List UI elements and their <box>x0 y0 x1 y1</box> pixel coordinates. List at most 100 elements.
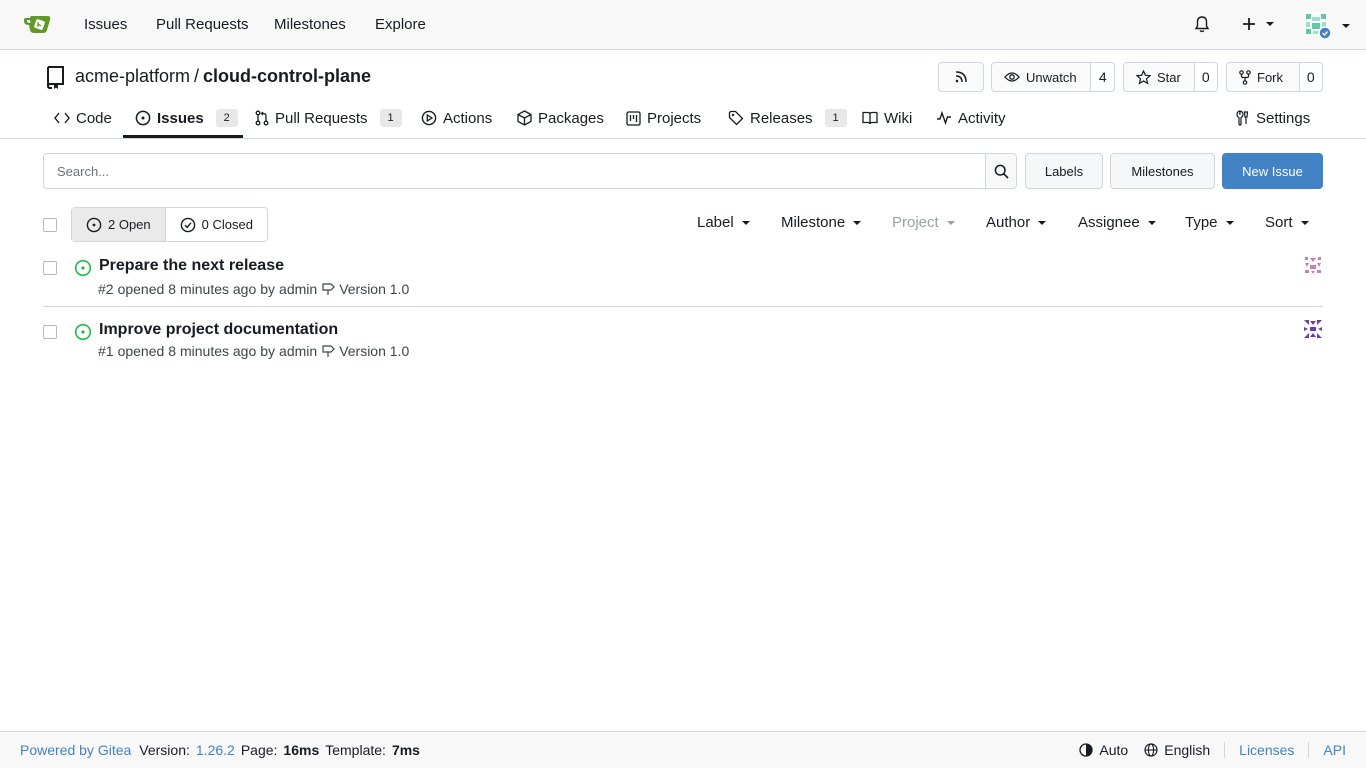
issue-open-icon <box>74 259 92 277</box>
tab-wiki[interactable]: Wiki <box>862 98 912 138</box>
rss-feed-button[interactable] <box>938 62 984 92</box>
template-time-label: Template: <box>325 742 386 758</box>
language-selector[interactable]: English <box>1164 742 1210 758</box>
pull-request-icon <box>255 110 269 126</box>
assignee-avatar[interactable] <box>1303 255 1323 275</box>
tab-projects-label: Projects <box>647 109 702 127</box>
issue-author-link[interactable]: admin <box>279 343 317 359</box>
chevron-down-icon <box>1342 24 1350 28</box>
tab-activity[interactable]: Activity <box>936 98 1006 138</box>
label-filter-dropdown[interactable]: Label <box>697 214 750 231</box>
tab-actions[interactable]: Actions <box>421 98 492 138</box>
issue-meta: #1 opened 8 minutes ago by admin Version… <box>98 343 409 359</box>
fork-button[interactable]: Fork <box>1227 63 1299 91</box>
chevron-down-icon <box>946 220 955 225</box>
tab-activity-label: Activity <box>958 109 1006 127</box>
issue-select-checkbox[interactable] <box>43 325 57 339</box>
book-icon <box>862 111 878 125</box>
nav-milestones-link[interactable]: Milestones <box>274 16 346 33</box>
tab-wiki-label: Wiki <box>884 109 913 127</box>
footer-left: Powered by Gitea Version: 1.26.2 Page: 1… <box>20 742 420 758</box>
new-issue-button[interactable]: New Issue <box>1222 153 1323 189</box>
milestones-button[interactable]: Milestones <box>1110 153 1215 189</box>
chevron-down-icon <box>1038 220 1047 225</box>
tab-code-label: Code <box>76 109 112 127</box>
issue-divider <box>43 306 1323 307</box>
milestone-icon <box>322 345 336 357</box>
api-link[interactable]: API <box>1323 742 1346 758</box>
issue-title-link[interactable]: Improve project documentation <box>99 321 338 339</box>
footer-separator <box>1308 742 1310 758</box>
issue-select-checkbox[interactable] <box>43 261 57 275</box>
repo-owner-link[interactable]: acme-platform <box>75 66 190 87</box>
create-new-menu[interactable] <box>1242 17 1274 31</box>
tab-packages[interactable]: Packages <box>517 98 604 138</box>
milestone-filter-dropdown[interactable]: Milestone <box>781 214 862 231</box>
closed-issues-filter[interactable]: 0 Closed <box>166 208 267 241</box>
type-filter-dropdown[interactable]: Type <box>1185 214 1234 231</box>
closed-issues-label: 0 Closed <box>201 217 253 232</box>
issue-title-link[interactable]: Prepare the next release <box>99 257 284 275</box>
chevron-down-icon <box>741 220 750 225</box>
tag-icon <box>728 110 744 126</box>
licenses-link[interactable]: Licenses <box>1239 742 1294 758</box>
labels-button[interactable]: Labels <box>1025 153 1103 189</box>
watch-count[interactable]: 4 <box>1090 63 1114 91</box>
sort-dropdown[interactable]: Sort <box>1265 214 1309 231</box>
nav-pull-requests-link[interactable]: Pull Requests <box>156 16 249 33</box>
tab-settings-label: Settings <box>1256 109 1311 127</box>
issue-open-icon <box>135 110 151 126</box>
project-filter-dropdown[interactable]: Project <box>892 214 955 231</box>
notifications-bell-icon[interactable] <box>1194 16 1210 33</box>
author-filter-dropdown[interactable]: Author <box>986 214 1047 231</box>
search-button[interactable] <box>985 154 1016 188</box>
nav-issues-link[interactable]: Issues <box>84 16 127 33</box>
version-link[interactable]: 1.26.2 <box>196 742 235 758</box>
star-button[interactable]: Star <box>1124 63 1194 91</box>
play-circle-icon <box>421 110 437 126</box>
chevron-down-icon <box>1225 220 1234 225</box>
nav-explore-link[interactable]: Explore <box>375 16 426 33</box>
theme-selector[interactable]: Auto <box>1099 742 1128 758</box>
chevron-down-icon <box>853 220 862 225</box>
unwatch-button[interactable]: Unwatch <box>992 63 1090 91</box>
repo-name-link[interactable]: cloud-control-plane <box>203 66 371 87</box>
gitea-logo-icon[interactable] <box>22 12 54 38</box>
open-issues-label: 2 Open <box>108 217 151 232</box>
issue-search-form <box>43 153 1017 189</box>
tab-pull-requests-label: Pull Requests <box>275 109 368 127</box>
tab-pull-requests[interactable]: Pull Requests 1 <box>255 98 402 138</box>
tab-code[interactable]: Code <box>54 98 112 138</box>
repo-title: acme-platform / cloud-control-plane <box>75 66 371 87</box>
chevron-down-icon <box>1300 220 1309 225</box>
select-all-checkbox[interactable] <box>43 218 57 232</box>
assignee-avatar[interactable] <box>1303 319 1323 339</box>
tab-releases[interactable]: Releases 1 <box>728 98 847 138</box>
issue-time: 8 minutes ago <box>168 343 257 359</box>
issue-time: 8 minutes ago <box>168 281 257 297</box>
star-count[interactable]: 0 <box>1193 63 1217 91</box>
assignee-filter-dropdown[interactable]: Assignee <box>1078 214 1156 231</box>
issue-milestone-link[interactable]: Version 1.0 <box>339 343 409 359</box>
open-issues-filter[interactable]: 2 Open <box>72 208 166 241</box>
tab-settings[interactable]: Settings <box>1235 98 1310 138</box>
page-time-value: 16ms <box>283 742 320 758</box>
fork-count[interactable]: 0 <box>1298 63 1322 91</box>
issue-open-icon <box>86 217 102 232</box>
repo-header: acme-platform / cloud-control-plane Unwa… <box>0 50 1366 139</box>
repo-icon <box>44 65 66 89</box>
tab-pull-requests-count: 1 <box>379 109 402 127</box>
powered-by-link[interactable]: Powered by Gitea <box>20 742 131 758</box>
issue-search-input[interactable] <box>44 154 985 188</box>
eye-icon <box>1004 72 1020 82</box>
issue-author-link[interactable]: admin <box>279 281 317 297</box>
milestone-icon <box>322 283 336 295</box>
tab-projects[interactable]: Projects <box>626 98 701 138</box>
page-footer: Powered by Gitea Version: 1.26.2 Page: 1… <box>0 731 1366 768</box>
plus-icon <box>1243 18 1255 30</box>
tab-releases-count: 1 <box>824 109 847 127</box>
template-time-value: 7ms <box>391 742 420 758</box>
issue-milestone-link[interactable]: Version 1.0 <box>339 281 409 297</box>
user-menu[interactable] <box>1304 12 1350 40</box>
tab-issues[interactable]: Issues 2 <box>135 98 238 138</box>
